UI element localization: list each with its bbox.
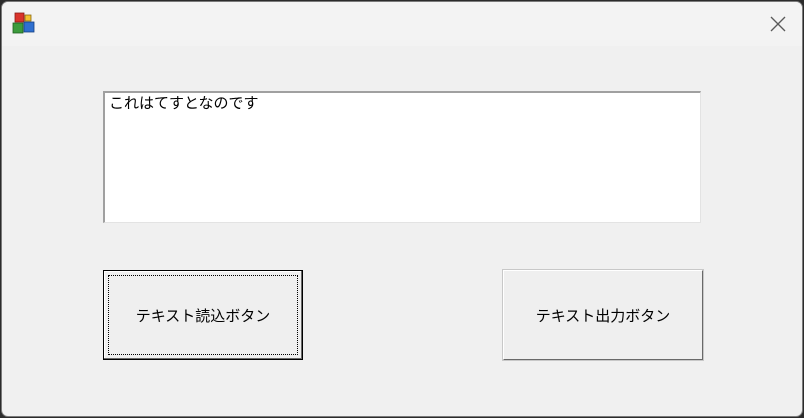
title-bar[interactable] [2,2,802,46]
write-text-button[interactable]: テキスト出力ボタン [503,270,703,360]
write-text-button-label: テキスト出力ボタン [535,306,671,325]
app-cubes-icon [12,12,38,36]
app-window: これはてすとなのです テキスト読込ボタン テキスト出力ボタン [1,1,803,417]
read-text-button-label: テキスト読込ボタン [135,306,271,325]
close-icon [770,16,786,32]
text-area[interactable]: これはてすとなのです [103,91,701,223]
close-button[interactable] [758,6,798,42]
read-text-button[interactable]: テキスト読込ボタン [103,270,303,360]
